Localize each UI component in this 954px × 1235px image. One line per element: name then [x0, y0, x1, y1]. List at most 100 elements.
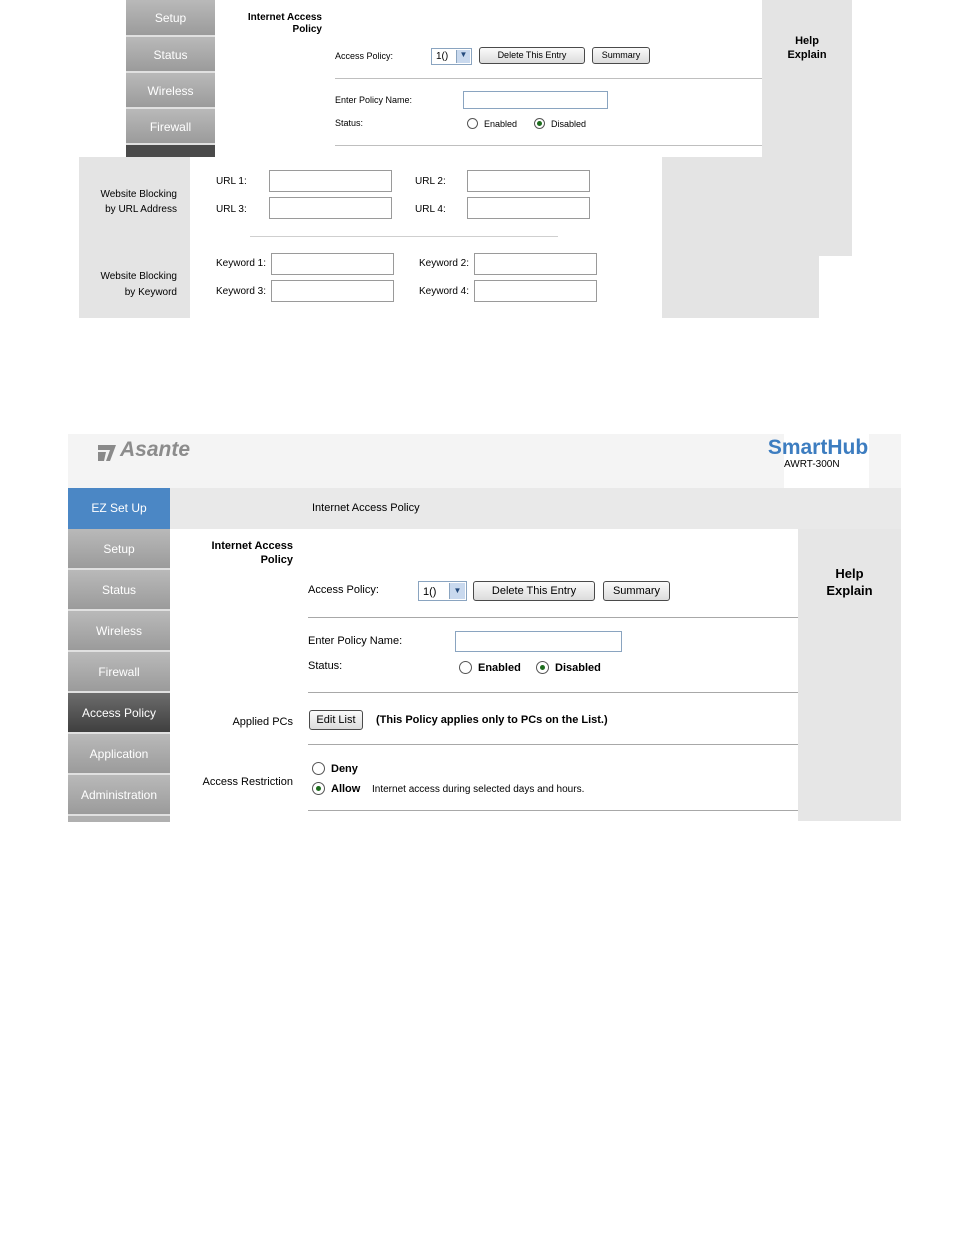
url-1-input[interactable] [269, 170, 392, 192]
top-enabled-radio[interactable] [467, 118, 478, 129]
keyword-2-input[interactable] [474, 253, 597, 275]
allow-radio[interactable] [312, 782, 325, 795]
nav-access-policy[interactable]: Access Policy [68, 693, 170, 734]
chevron-down-icon: ▼ [456, 50, 470, 63]
nav-access-policy-label: Access Policy [81, 706, 157, 720]
url-3-label: URL 3: [216, 204, 247, 215]
nav-firewall-label: Firewall [98, 665, 140, 679]
kw-block-label-1: Website Blocking [100, 271, 177, 282]
url-4-label: URL 4: [415, 204, 446, 215]
enabled-radio[interactable] [459, 661, 472, 674]
section-title-2: Policy [260, 554, 293, 566]
nav-setup-label: Setup [103, 542, 135, 556]
nav-ez-setup-label: EZ Set Up [91, 501, 147, 515]
summary-button[interactable]: Summary [603, 581, 670, 601]
product-model: AWRT-300N [784, 459, 840, 470]
url-block-label-2: by URL Address [105, 204, 177, 215]
top-nav-firewall[interactable]: Firewall [126, 109, 215, 145]
top-nav-wireless[interactable]: Wireless [126, 73, 215, 109]
asante-logo-text: Asante [120, 438, 191, 461]
url-2-input[interactable] [467, 170, 590, 192]
nav-administration[interactable]: Administration [68, 775, 170, 816]
asante-logo-icon [98, 445, 116, 461]
nav-wireless[interactable]: Wireless [68, 611, 170, 652]
blocking-help-column [662, 157, 819, 318]
deny-label: Deny [331, 763, 358, 775]
applied-note: (This Policy applies only to PCs on the … [376, 714, 608, 726]
top-nav-firewall-label: Firewall [149, 120, 192, 134]
delete-entry-button[interactable]: Delete This Entry [473, 581, 595, 601]
deny-radio[interactable] [312, 762, 325, 775]
keyword-4-input[interactable] [474, 280, 597, 302]
disabled-label: Disabled [555, 662, 601, 674]
keyword-3-input[interactable] [271, 280, 394, 302]
access-restriction-label: Access Restriction [202, 776, 293, 788]
access-policy-label: Access Policy: [308, 584, 379, 596]
policy-name-input[interactable] [455, 631, 622, 652]
radio-selected-dot-icon [316, 786, 321, 791]
url-4-input[interactable] [467, 197, 590, 219]
product-name: SmartHub [767, 436, 869, 459]
top-access-policy-select[interactable]: 1() ▼ [431, 48, 472, 65]
nav-ez-setup[interactable]: EZ Set Up [68, 488, 170, 529]
nav-firewall[interactable]: Firewall [68, 652, 170, 693]
keyword-1-label: Keyword 1: [216, 258, 267, 269]
explain-label: Explain [826, 583, 873, 598]
url-block-label-1: Website Blocking [100, 189, 177, 200]
nav-administration-label: Administration [80, 788, 158, 802]
top-disabled-radio[interactable] [534, 118, 545, 129]
nav-status[interactable]: Status [68, 570, 170, 611]
chevron-down-icon: ▼ [449, 583, 465, 599]
divider-1 [308, 617, 798, 618]
nav-setup[interactable]: Setup [68, 529, 170, 570]
top-nav-wireless-label: Wireless [147, 84, 194, 98]
top-divider-2 [335, 145, 762, 146]
top-summary-button[interactable]: Summary [592, 47, 650, 64]
nav-application[interactable]: Application [68, 734, 170, 775]
divider-2 [308, 692, 798, 693]
policy-name-label: Enter Policy Name: [308, 635, 403, 647]
divider-4 [308, 810, 798, 811]
nav-application-label: Application [89, 747, 149, 761]
url-1-label: URL 1: [216, 176, 247, 187]
keyword-3-label: Keyword 3: [216, 286, 267, 297]
top-nav-setup-label: Setup [154, 11, 187, 25]
radio-selected-dot-icon [540, 665, 545, 670]
url-3-input[interactable] [269, 197, 392, 219]
allow-label: Allow [331, 783, 361, 795]
status-label: Status: [308, 660, 343, 672]
top-explain-label: Explain [787, 49, 827, 61]
top-nav-setup[interactable]: Setup [126, 0, 215, 37]
top-nav-status[interactable]: Status [126, 37, 215, 73]
breadcrumb: Internet Access Policy [312, 502, 420, 514]
help-label: Help [835, 566, 864, 581]
top-policy-name-input[interactable] [463, 91, 608, 109]
top-divider [335, 78, 762, 79]
radio-selected-dot-icon [537, 121, 542, 126]
enabled-label: Enabled [478, 662, 521, 674]
nav-stub [68, 816, 170, 822]
top-nav-status-label: Status [153, 48, 188, 62]
top-section-title-2: Policy [292, 24, 322, 35]
keyword-1-input[interactable] [271, 253, 394, 275]
edit-list-button[interactable]: Edit List [309, 710, 363, 730]
keyword-2-label: Keyword 2: [419, 258, 470, 269]
nav-status-label: Status [101, 583, 137, 597]
breadcrumb-bar [170, 488, 901, 529]
top-nav-stub [126, 145, 215, 157]
top-help-label: Help [795, 35, 819, 47]
divider-3 [308, 744, 798, 745]
top-delete-entry-button[interactable]: Delete This Entry [479, 47, 585, 64]
disabled-radio[interactable] [536, 661, 549, 674]
kw-block-label-2: by Keyword [124, 287, 177, 298]
top-access-policy-label: Access Policy: [335, 51, 394, 61]
top-status-label: Status: [335, 118, 364, 128]
access-policy-select[interactable]: 1() ▼ [418, 581, 467, 601]
top-access-policy-value: 1() [436, 51, 449, 62]
keyword-4-label: Keyword 4: [419, 286, 470, 297]
section-title: Internet Access [211, 540, 293, 552]
blocking-divider [250, 236, 558, 237]
allow-description: Internet access during selected days and… [372, 784, 585, 795]
top-enabled-label: Enabled [484, 119, 518, 129]
top-disabled-label: Disabled [551, 119, 587, 129]
